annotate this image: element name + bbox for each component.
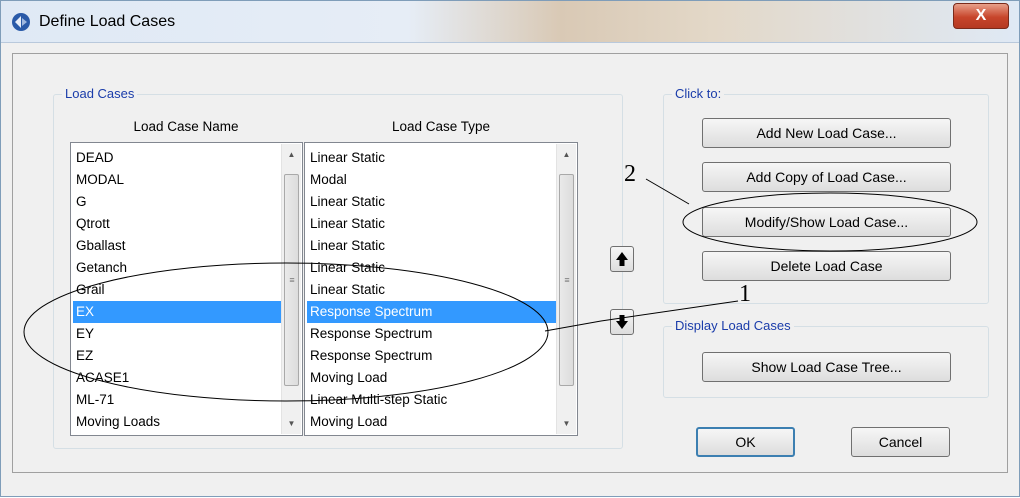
add-new-load-case-button[interactable]: Add New Load Case... (702, 118, 951, 148)
load-case-type-list-item[interactable]: Moving Load (307, 411, 556, 433)
close-button[interactable]: X (953, 3, 1009, 29)
click-to-group-label: Click to: (672, 86, 725, 101)
load-case-name-list-item[interactable]: Moving Loads (73, 411, 281, 433)
close-icon: X (975, 7, 987, 24)
load-case-type-list-item[interactable]: Linear Static (307, 279, 556, 301)
load-case-type-list-item[interactable]: Response Spectrum (307, 301, 556, 323)
load-case-name-list-item[interactable]: G (73, 191, 281, 213)
load-case-type-list-item[interactable]: Modal (307, 169, 556, 191)
show-load-case-tree-button[interactable]: Show Load Case Tree... (702, 352, 951, 382)
load-case-type-list-item[interactable]: Linear Multi-step Static (307, 389, 556, 411)
load-case-type-list-item[interactable]: Linear Static (307, 147, 556, 169)
load-case-name-list-item[interactable]: EX (73, 301, 281, 323)
load-case-name-list-item[interactable]: Qtrott (73, 213, 281, 235)
load-case-name-list-item[interactable]: Gballast (73, 235, 281, 257)
scrollbar-thumb[interactable]: ≡ (559, 174, 574, 386)
load-case-name-list-item[interactable]: DEAD (73, 147, 281, 169)
load-case-type-list-item[interactable]: Response Spectrum (307, 345, 556, 367)
scroll-down-icon[interactable]: ▼ (557, 415, 576, 432)
display-load-cases-group-label: Display Load Cases (672, 318, 794, 333)
move-up-button[interactable] (610, 246, 634, 272)
annotation-label-2: 2 (624, 161, 636, 187)
type-list-scrollbar[interactable]: ▲ ≡ ▼ (556, 144, 576, 434)
name-list-scrollbar[interactable]: ▲ ≡ ▼ (281, 144, 301, 434)
load-case-type-header: Load Case Type (391, 119, 491, 134)
load-case-name-list[interactable]: DEAD MODAL G Qtrott Gballast Getanch Grail EX EY… (70, 142, 303, 436)
scroll-up-icon[interactable]: ▲ (282, 146, 301, 163)
dialog-body: Load Cases Load Case Name Load Case Type… (12, 53, 1008, 473)
load-case-name-list-item[interactable]: Getanch (73, 257, 281, 279)
window-title: Define Load Cases (39, 13, 176, 30)
add-copy-load-case-button[interactable]: Add Copy of Load Case... (702, 162, 951, 192)
load-case-name-list-item[interactable]: EY (73, 323, 281, 345)
grip-icon: ≡ (564, 275, 570, 285)
load-case-name-list-item[interactable]: MODAL (73, 169, 281, 191)
arrow-down-icon (616, 315, 628, 329)
dialog-window: Define Load Cases X Load Cases Load Case… (0, 0, 1020, 497)
load-case-name-list-item[interactable]: ACASE1 (73, 367, 281, 389)
load-case-type-list-item[interactable]: Linear Static (307, 257, 556, 279)
load-case-type-list-item[interactable]: Moving Load (307, 367, 556, 389)
move-down-button[interactable] (610, 309, 634, 335)
load-case-type-list-item[interactable]: Response Spectrum (307, 323, 556, 345)
annotation-label-1: 1 (739, 281, 751, 307)
load-case-type-list-item[interactable]: Linear Static (307, 191, 556, 213)
title-bar[interactable]: Define Load Cases X (1, 1, 1019, 43)
scrollbar-thumb[interactable]: ≡ (284, 174, 299, 386)
app-logo-icon (12, 13, 30, 31)
load-case-name-header: Load Case Name (133, 119, 239, 134)
load-case-name-list-item[interactable]: ML-71 (73, 389, 281, 411)
delete-load-case-button[interactable]: Delete Load Case (702, 251, 951, 281)
ok-button[interactable]: OK (696, 427, 795, 457)
cancel-button[interactable]: Cancel (851, 427, 950, 457)
scroll-down-icon[interactable]: ▼ (282, 415, 301, 432)
modify-show-load-case-button[interactable]: Modify/Show Load Case... (702, 207, 951, 237)
load-case-name-list-item[interactable]: EZ (73, 345, 281, 367)
arrow-up-icon (616, 252, 628, 266)
load-case-name-list-item[interactable]: Grail (73, 279, 281, 301)
grip-icon: ≡ (289, 275, 295, 285)
load-case-type-list-item[interactable]: Linear Static (307, 213, 556, 235)
load-case-type-list-item[interactable]: Linear Static (307, 235, 556, 257)
load-cases-group-label: Load Cases (62, 86, 138, 101)
scroll-up-icon[interactable]: ▲ (557, 146, 576, 163)
load-case-type-list[interactable]: Linear Static Modal Linear Static Linear St… (304, 142, 578, 436)
